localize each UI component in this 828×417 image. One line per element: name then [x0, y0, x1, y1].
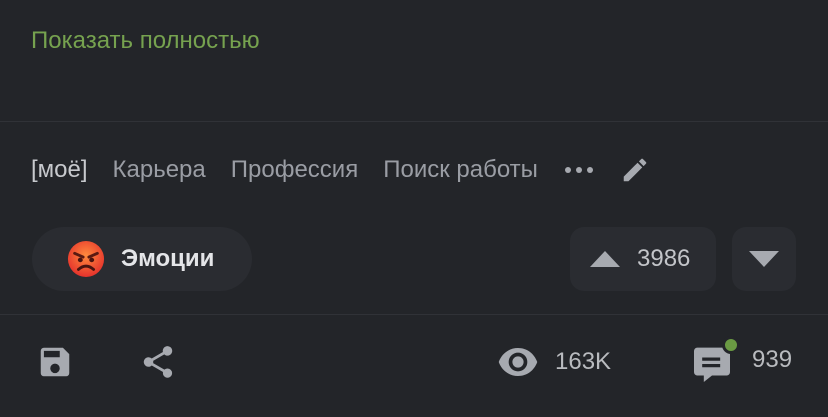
comments-button[interactable]: 939 — [692, 336, 792, 384]
emotions-label: Эмоции — [121, 245, 215, 272]
tag-list: [моё] Карьера Профессия Поиск работы — [31, 152, 650, 188]
show-full-link[interactable]: Показать полностью — [31, 27, 260, 55]
emotions-button[interactable]: Эмоции — [32, 227, 252, 291]
tag-item[interactable]: Профессия — [231, 156, 358, 184]
divider — [0, 121, 828, 122]
rating-score: 3986 — [637, 245, 691, 272]
eye-icon — [498, 348, 538, 376]
tag-item[interactable]: Поиск работы — [383, 156, 538, 184]
rating-box: 3986 — [570, 227, 716, 291]
share-icon[interactable] — [139, 343, 177, 381]
upvote-arrow-icon[interactable] — [590, 251, 620, 267]
comment-icon-wrap — [692, 336, 740, 382]
save-icon[interactable] — [36, 343, 74, 381]
divider — [0, 314, 828, 315]
tag-item[interactable]: Карьера — [113, 156, 206, 184]
comments-count: 939 — [752, 346, 793, 373]
more-dots-icon[interactable] — [564, 167, 593, 173]
edit-pencil-icon[interactable] — [620, 155, 650, 185]
angry-face-icon — [67, 240, 105, 278]
views-counter: 163K — [497, 341, 611, 383]
downvote-arrow-icon — [749, 251, 779, 267]
tag-item[interactable]: [моё] — [31, 156, 88, 184]
views-count: 163K — [555, 348, 612, 375]
downvote-button[interactable] — [732, 227, 796, 291]
new-comments-dot — [722, 336, 740, 354]
